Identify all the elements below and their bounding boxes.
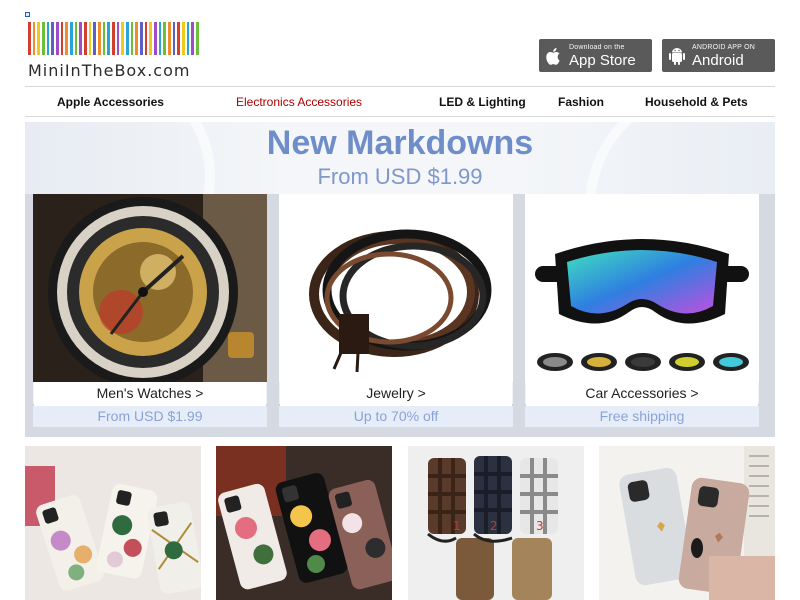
banner-header: New Markdowns From USD $1.99 <box>25 122 775 332</box>
barcode-bar <box>61 22 63 55</box>
barcode-bar <box>51 22 54 55</box>
barcode-bar <box>37 22 40 55</box>
promo-label-jewelry[interactable]: Jewelry > <box>279 382 513 404</box>
barcode-bar <box>33 22 35 55</box>
promo-card-jewelry[interactable]: Jewelry > Up to 70% off <box>279 194 513 427</box>
site-logo[interactable]: MiniInTheBox.com <box>28 22 214 82</box>
flower-print-phone-cases-image[interactable] <box>216 446 392 600</box>
barcode-bar <box>98 22 101 55</box>
promo-row: Men's Watches > From USD $1.99 Jewelry > <box>25 194 775 437</box>
android-big-text: Android <box>692 51 744 69</box>
floral-phone-cases-image[interactable] <box>25 446 201 600</box>
barcode-bar <box>47 22 49 55</box>
barcode-bar <box>42 22 45 55</box>
barcode-bar <box>126 22 129 55</box>
barcode-bar <box>121 22 124 55</box>
barcode-bar <box>70 22 73 55</box>
nav-apple-accessories[interactable]: Apple Accessories <box>57 95 164 109</box>
barcode-bar <box>28 22 31 55</box>
barcode-bar <box>191 22 194 55</box>
barcode-bar <box>173 22 175 55</box>
markdown-banner[interactable]: New Markdowns From USD $1.99 Men's Watch… <box>25 122 775 437</box>
logo-barcode <box>28 22 214 55</box>
nav-household-pets[interactable]: Household & Pets <box>645 95 748 109</box>
barcode-bar <box>163 22 166 55</box>
barcode-bar <box>107 22 110 55</box>
category-nav: Apple Accessories Electronics Accessorie… <box>25 86 775 117</box>
barcode-bar <box>56 22 59 55</box>
apple-icon <box>539 39 569 72</box>
app-store-big-text: App Store <box>569 51 636 69</box>
watch-image <box>33 194 267 382</box>
app-store-small-text: Download on the <box>569 43 625 51</box>
logo-text: MiniInTheBox.com <box>28 61 191 80</box>
barcode-bar <box>93 22 96 55</box>
barcode-bar <box>79 22 82 55</box>
promo-offer-car-accessories: Free shipping <box>525 406 759 427</box>
promo-offer-watches: From USD $1.99 <box>33 406 267 427</box>
barcode-bar <box>187 22 189 55</box>
checkered-phone-cases-image[interactable]: 1 2 3 <box>408 446 584 600</box>
svg-text:3: 3 <box>536 519 544 533</box>
barcode-bar <box>182 22 185 55</box>
app-store-badge[interactable]: Download on the App Store <box>539 39 652 72</box>
barcode-bar <box>140 22 143 55</box>
barcode-bar <box>89 22 91 55</box>
page-marker <box>25 12 30 17</box>
barcode-bar <box>84 22 87 55</box>
barcode-bar <box>75 22 77 55</box>
product-thumbnails: 1 2 3 <box>25 446 775 600</box>
banner-headline: New Markdowns <box>266 124 534 162</box>
barcode-bar <box>135 22 138 55</box>
goggles-image <box>525 194 759 382</box>
barcode-bar <box>177 22 180 55</box>
barcode-bar <box>149 22 152 55</box>
barcode-bar <box>65 22 68 55</box>
barcode-bar <box>117 22 119 55</box>
banner-subline: From USD $1.99 <box>317 164 483 189</box>
pastel-phone-cases-image[interactable] <box>599 446 775 600</box>
barcode-bar <box>159 22 161 55</box>
svg-text:1: 1 <box>453 519 461 533</box>
barcode-bar <box>103 22 105 55</box>
nav-electronics-accessories[interactable]: Electronics Accessories <box>236 95 362 109</box>
promo-card-watches[interactable]: Men's Watches > From USD $1.99 <box>33 194 267 427</box>
barcode-bar <box>168 22 171 55</box>
svg-text:2: 2 <box>490 519 498 533</box>
nav-led-lighting[interactable]: LED & Lighting <box>439 95 526 109</box>
promo-label-watches[interactable]: Men's Watches > <box>33 382 267 404</box>
android-icon <box>662 39 692 72</box>
android-small-text: ANDROID APP ON <box>692 43 755 51</box>
nav-fashion[interactable]: Fashion <box>558 95 604 109</box>
promo-offer-jewelry: Up to 70% off <box>279 406 513 427</box>
bracelet-image <box>279 194 513 382</box>
barcode-bar <box>154 22 157 55</box>
barcode-bar <box>145 22 147 55</box>
promo-card-car-accessories[interactable]: Car Accessories > Free shipping <box>525 194 759 427</box>
promo-label-car-accessories[interactable]: Car Accessories > <box>525 382 759 404</box>
barcode-bar <box>112 22 115 55</box>
barcode-bar <box>196 22 199 55</box>
barcode-bar <box>131 22 133 55</box>
android-badge[interactable]: ANDROID APP ON Android <box>662 39 775 72</box>
